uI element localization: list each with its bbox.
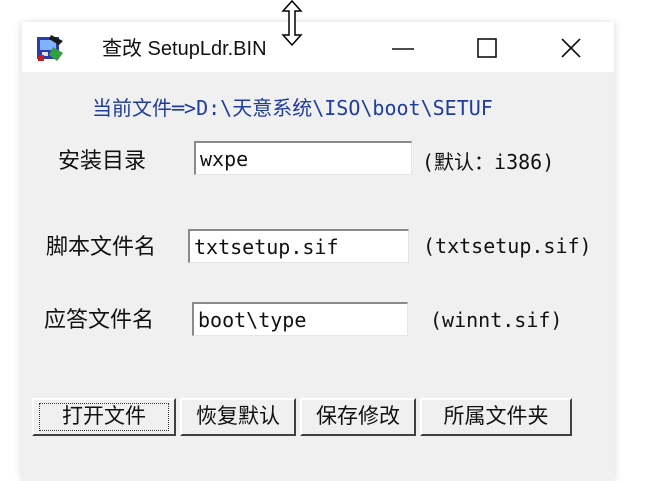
open-file-button-label: 打开文件 bbox=[62, 404, 146, 428]
app-icon[interactable] bbox=[35, 33, 65, 63]
script-file-input[interactable]: txtsetup.sif bbox=[188, 229, 409, 263]
resize-vertical-cursor-icon bbox=[280, 0, 304, 47]
script-file-label: 脚本文件名 bbox=[46, 235, 157, 260]
install-dir-label: 安装目录 bbox=[58, 149, 147, 174]
minimize-button[interactable] bbox=[380, 22, 426, 72]
title-bar[interactable]: 查改 SetupLdr.BIN bbox=[22, 22, 614, 72]
open-file-button[interactable]: 打开文件 bbox=[32, 398, 176, 436]
maximize-icon bbox=[477, 38, 497, 58]
save-changes-button[interactable]: 保存修改 bbox=[300, 398, 416, 436]
containing-folder-button[interactable]: 所属文件夹 bbox=[420, 398, 572, 436]
minimize-icon bbox=[392, 48, 414, 50]
close-icon bbox=[561, 38, 581, 58]
restore-default-button[interactable]: 恢复默认 bbox=[180, 398, 296, 436]
answer-file-hint: (winnt.sif) bbox=[430, 308, 563, 332]
install-dir-hint: (默认：i386) bbox=[422, 150, 555, 174]
answer-file-input[interactable]: boot\type bbox=[192, 302, 408, 336]
answer-file-label: 应答文件名 bbox=[44, 308, 155, 333]
setupldr-editor-window: 查改 SetupLdr.BIN 当前文件═>D:\天意系统\ISO\boot\S… bbox=[22, 22, 614, 481]
current-file-path: 当前文件═>D:\天意系统\ISO\boot\SETUF bbox=[92, 96, 493, 120]
close-button[interactable] bbox=[548, 22, 594, 72]
install-dir-input[interactable]: wxpe bbox=[194, 141, 412, 175]
script-file-hint: (txtsetup.sif) bbox=[423, 234, 592, 258]
maximize-button[interactable] bbox=[464, 22, 510, 72]
window-title: 查改 SetupLdr.BIN bbox=[102, 38, 267, 60]
